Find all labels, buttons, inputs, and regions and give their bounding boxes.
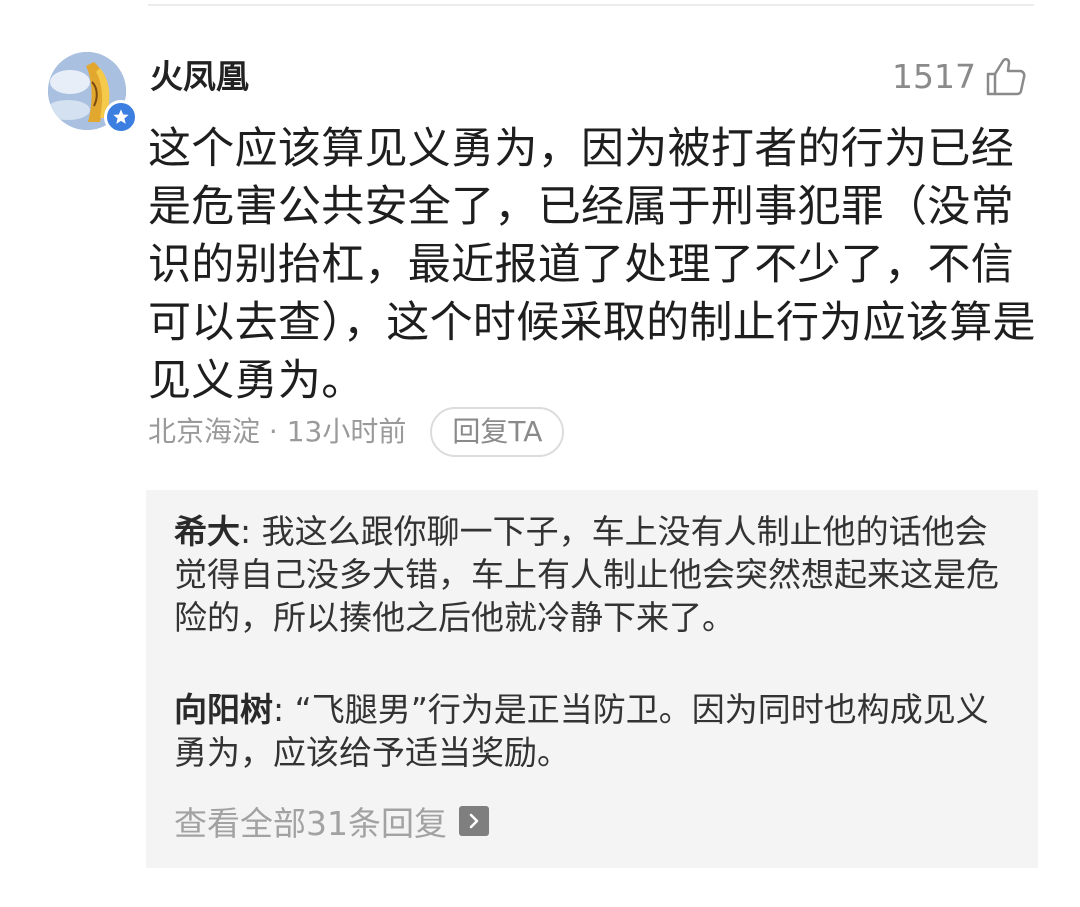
reply-text: “飞腿男”行为是正当防卫。因为同时也构成见义勇为，应该给予适当奖励。 [174, 690, 989, 772]
reply-separator: : [240, 512, 262, 551]
like-button[interactable]: 1517 [892, 52, 1028, 102]
thumbs-up-icon [986, 58, 1026, 96]
chevron-right-icon [459, 806, 489, 836]
reply-separator: : [273, 690, 295, 729]
like-count: 1517 [892, 57, 976, 96]
replies-panel: 希大: 我这么跟你聊一下子，车上没有人制止他的话他会觉得自己没多大错，车上有人制… [146, 490, 1038, 868]
reply-button[interactable]: 回复TA [430, 407, 565, 457]
comment-screen: 火凤凰 1517 这个应该算见义勇为，因为被打者的行为已经是危害公共安全了，已经… [0, 0, 1080, 907]
location-time: 北京海淀 · 13小时前 [148, 415, 407, 448]
reply-item[interactable]: 希大: 我这么跟你聊一下子，车上没有人制止他的话他会觉得自己没多大错，车上有人制… [174, 510, 1012, 639]
view-all-replies-link[interactable]: 查看全部31条回复 [174, 798, 489, 844]
divider [148, 4, 1034, 6]
comment-text: 这个应该算见义勇为，因为被打者的行为已经是危害公共安全了，已经属于刑事犯罪（没常… [148, 124, 1036, 406]
reply-author[interactable]: 向阳树 [174, 690, 273, 729]
reply-item[interactable]: 向阳树: “飞腿男”行为是正当防卫。因为同时也构成见义勇为，应该给予适当奖励。 [174, 688, 1012, 774]
reply-text: 我这么跟你聊一下子，车上没有人制止他的话他会觉得自己没多大错，车上有人制止他会突… [174, 512, 999, 637]
comment-username[interactable]: 火凤凰 [150, 52, 249, 102]
reply-author[interactable]: 希大 [174, 512, 240, 551]
verified-star-icon [104, 100, 138, 134]
view-all-label: 查看全部31条回复 [174, 804, 447, 843]
comment-meta: 北京海淀 · 13小时前 回复TA [148, 406, 565, 458]
